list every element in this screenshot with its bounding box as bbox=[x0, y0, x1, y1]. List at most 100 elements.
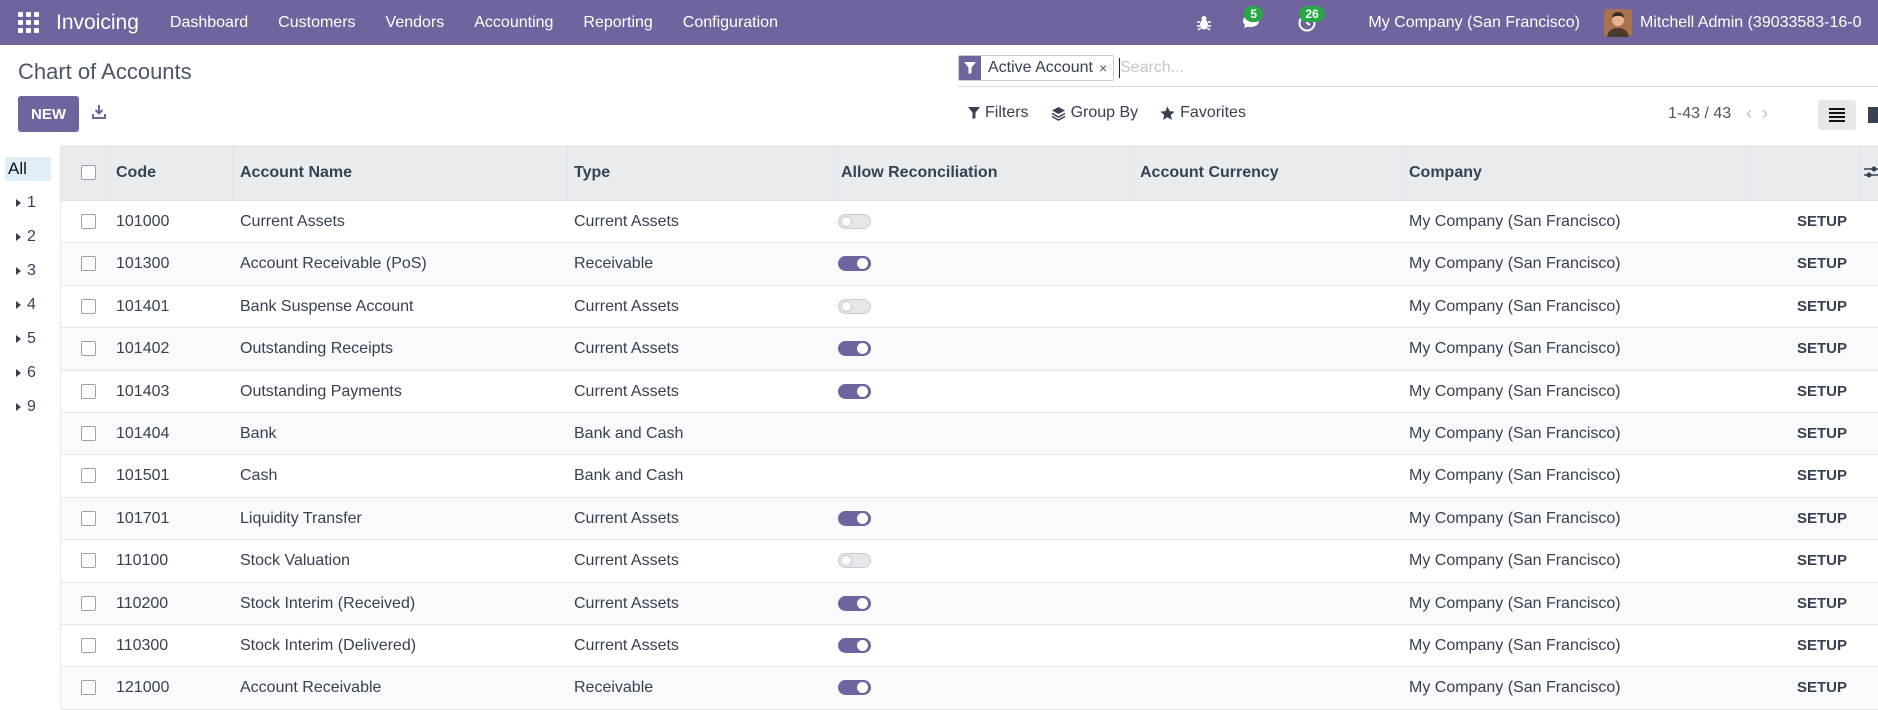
row-checkbox[interactable] bbox=[81, 214, 96, 229]
row-checkbox[interactable] bbox=[81, 425, 96, 441]
table-row[interactable]: 101701 Liquidity Transfer Current Assets… bbox=[61, 497, 1878, 541]
table-row[interactable]: 101000 Current Assets Current Assets My … bbox=[61, 201, 1878, 244]
side-panel-item[interactable]: 2 bbox=[16, 228, 36, 246]
setup-button[interactable]: SETUP bbox=[1797, 286, 1847, 328]
table-row[interactable]: 101300 Account Receivable (PoS) Receivab… bbox=[61, 243, 1878, 286]
setup-button[interactable]: SETUP bbox=[1797, 498, 1847, 540]
side-panel-all[interactable]: All bbox=[5, 157, 51, 181]
groupby-button[interactable]: Group By bbox=[1051, 104, 1139, 122]
side-panel-item[interactable]: 1 bbox=[16, 194, 36, 212]
row-checkbox[interactable] bbox=[81, 553, 96, 569]
column-account-name[interactable]: Account Name bbox=[234, 145, 568, 201]
user-menu[interactable]: Mitchell Admin (39033583-16-0 bbox=[1640, 14, 1878, 32]
optional-columns-toggle-icon[interactable] bbox=[1864, 165, 1878, 184]
list-view-button[interactable] bbox=[1818, 100, 1856, 130]
setup-button[interactable]: SETUP bbox=[1797, 243, 1847, 285]
select-all-checkbox[interactable] bbox=[81, 165, 96, 180]
reconcile-toggle[interactable] bbox=[838, 341, 871, 357]
filters-button[interactable]: Filters bbox=[968, 104, 1029, 122]
row-checkbox[interactable] bbox=[81, 680, 96, 696]
setup-button[interactable]: SETUP bbox=[1797, 540, 1847, 582]
row-checkbox[interactable] bbox=[81, 383, 96, 399]
search-input[interactable] bbox=[1120, 57, 1820, 79]
cell-account-currency bbox=[1134, 243, 1140, 285]
column-allow-reconciliation[interactable]: Allow Reconciliation bbox=[835, 145, 1134, 201]
avatar[interactable] bbox=[1604, 8, 1632, 37]
menu-reporting[interactable]: Reporting bbox=[568, 0, 667, 45]
cell-account-currency bbox=[1134, 455, 1140, 497]
side-panel-item[interactable]: 5 bbox=[16, 330, 36, 348]
reconcile-toggle[interactable] bbox=[838, 595, 871, 611]
pager-value[interactable]: 1-43 / 43 bbox=[1668, 105, 1731, 123]
table-row[interactable]: 101501 Cash Bank and Cash My Company (Sa… bbox=[61, 455, 1878, 498]
row-checkbox[interactable] bbox=[81, 510, 96, 526]
row-checkbox[interactable] bbox=[81, 468, 96, 484]
facet-label: Active Account bbox=[988, 59, 1093, 76]
row-checkbox[interactable] bbox=[81, 256, 96, 272]
pager-next-icon[interactable]: › bbox=[1762, 103, 1768, 124]
menu-vendors[interactable]: Vendors bbox=[371, 0, 460, 45]
table-row[interactable]: 101402 Outstanding Receipts Current Asse… bbox=[61, 328, 1878, 371]
menu-customers[interactable]: Customers bbox=[263, 0, 370, 45]
cell-account-name: Stock Valuation bbox=[240, 552, 350, 570]
cell-account-name: Account Receivable (PoS) bbox=[240, 255, 427, 273]
company-switcher[interactable]: My Company (San Francisco) bbox=[1368, 14, 1580, 32]
new-button[interactable]: NEW bbox=[18, 96, 79, 132]
reconcile-toggle[interactable] bbox=[838, 214, 871, 229]
row-checkbox[interactable] bbox=[81, 341, 96, 357]
side-panel-item[interactable]: 9 bbox=[16, 398, 36, 416]
reconcile-toggle[interactable] bbox=[838, 298, 871, 314]
side-panel-item[interactable]: 4 bbox=[16, 296, 36, 314]
table-row[interactable]: 121000 Account Receivable Receivable My … bbox=[61, 667, 1878, 710]
category-side-panel: All 1 2 3 4 5 6 9 bbox=[0, 145, 61, 708]
cell-account-currency bbox=[1134, 413, 1140, 455]
download-icon[interactable] bbox=[91, 104, 107, 125]
facet-close-icon[interactable]: × bbox=[1099, 60, 1113, 76]
table-row[interactable]: 110200 Stock Interim (Received) Current … bbox=[61, 582, 1878, 625]
groupby-label: Group By bbox=[1070, 104, 1139, 121]
column-code[interactable]: Code bbox=[110, 145, 234, 201]
menu-accounting[interactable]: Accounting bbox=[459, 0, 568, 45]
table-row[interactable]: 101403 Outstanding Payments Current Asse… bbox=[61, 371, 1878, 413]
activities-clock-icon[interactable]: 26 bbox=[1279, 0, 1334, 45]
side-panel-item[interactable]: 3 bbox=[16, 262, 36, 280]
setup-button[interactable]: SETUP bbox=[1797, 455, 1847, 497]
reconcile-toggle[interactable] bbox=[838, 637, 871, 653]
reconcile-toggle[interactable] bbox=[838, 553, 871, 569]
reconcile-toggle[interactable] bbox=[838, 510, 871, 526]
cell-code: 101000 bbox=[116, 213, 170, 230]
menu-configuration[interactable]: Configuration bbox=[668, 0, 793, 45]
setup-button[interactable]: SETUP bbox=[1797, 625, 1847, 667]
reconcile-toggle[interactable] bbox=[838, 256, 871, 272]
table-row[interactable]: 110100 Stock Valuation Current Assets My… bbox=[61, 540, 1878, 583]
favorites-button[interactable]: Favorites bbox=[1160, 104, 1246, 122]
setup-button[interactable]: SETUP bbox=[1797, 328, 1847, 370]
cell-company: My Company (San Francisco) bbox=[1409, 340, 1621, 358]
row-checkbox[interactable] bbox=[81, 637, 96, 653]
row-checkbox[interactable] bbox=[81, 298, 96, 314]
setup-button[interactable]: SETUP bbox=[1797, 667, 1847, 709]
reconcile-toggle[interactable] bbox=[838, 383, 871, 399]
column-company[interactable]: Company bbox=[1403, 145, 1747, 201]
messages-icon[interactable]: 5 bbox=[1224, 0, 1279, 45]
column-type[interactable]: Type bbox=[568, 145, 835, 201]
table-row[interactable]: 101401 Bank Suspense Account Current Ass… bbox=[61, 286, 1878, 329]
side-panel-item[interactable]: 6 bbox=[16, 364, 36, 382]
pager-previous-icon[interactable]: ‹ bbox=[1746, 103, 1752, 124]
table-row[interactable]: 110300 Stock Interim (Delivered) Current… bbox=[61, 625, 1878, 668]
debug-bug-icon[interactable] bbox=[1184, 0, 1224, 45]
reconcile-toggle[interactable] bbox=[838, 680, 871, 696]
setup-button[interactable]: SETUP bbox=[1797, 371, 1847, 413]
column-account-currency[interactable]: Account Currency bbox=[1134, 145, 1403, 201]
menu-dashboard[interactable]: Dashboard bbox=[155, 0, 263, 45]
setup-button[interactable]: SETUP bbox=[1797, 413, 1847, 455]
row-checkbox[interactable] bbox=[81, 595, 96, 611]
setup-button[interactable]: SETUP bbox=[1797, 201, 1847, 243]
app-menu-icon[interactable] bbox=[0, 0, 56, 45]
cell-account-name: Stock Interim (Delivered) bbox=[240, 636, 417, 654]
setup-button[interactable]: SETUP bbox=[1797, 583, 1847, 625]
cell-account-name: Outstanding Payments bbox=[240, 382, 402, 400]
kanban-view-button[interactable] bbox=[1866, 100, 1878, 130]
table-row[interactable]: 101404 Bank Bank and Cash My Company (Sa… bbox=[61, 412, 1878, 456]
app-name[interactable]: Invoicing bbox=[56, 11, 139, 35]
